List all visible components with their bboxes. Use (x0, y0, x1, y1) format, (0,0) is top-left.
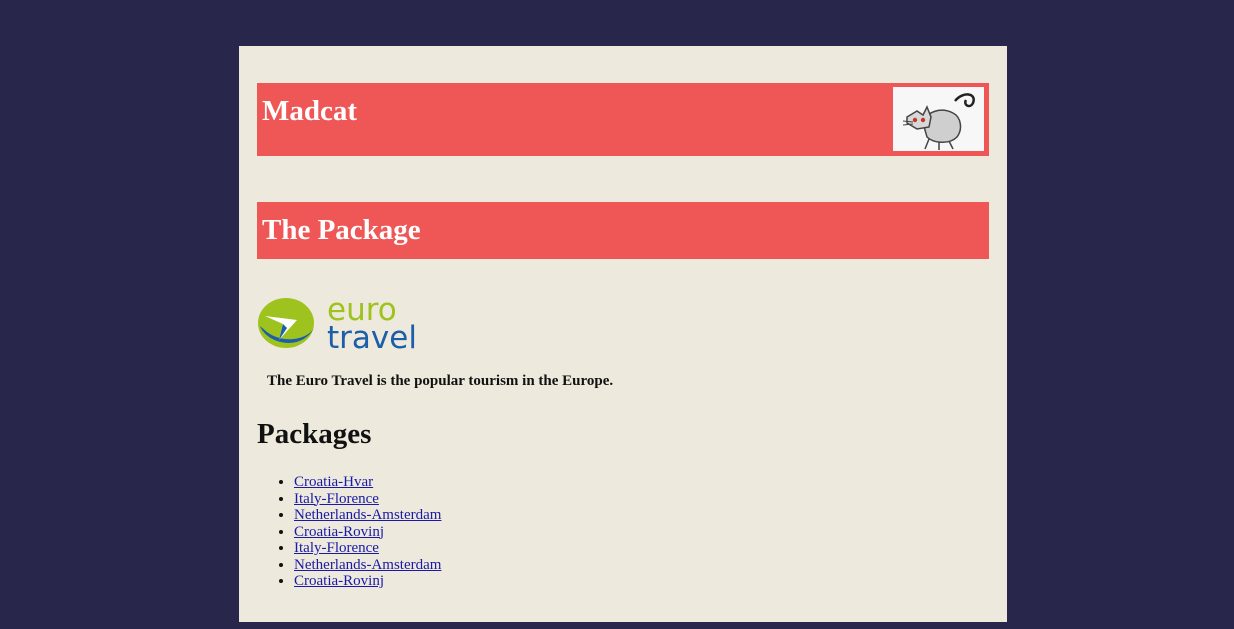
section-title: The Package (262, 214, 421, 246)
intro-text: The Euro Travel is the popular tourism i… (267, 373, 614, 389)
list-item: Netherlands-Amsterdam (294, 557, 441, 574)
package-link[interactable]: Croatia-Rovinj (294, 524, 384, 540)
list-item: Croatia-Rovinj (294, 573, 441, 590)
package-link[interactable]: Croatia-Rovinj (294, 573, 384, 589)
page-container: Madcat The Package euro travel The Euro … (239, 46, 1007, 622)
package-link[interactable]: Italy-Florence (294, 540, 379, 556)
packages-heading: Packages (257, 418, 372, 450)
cat-icon (893, 87, 984, 151)
package-link[interactable]: Italy-Florence (294, 491, 379, 507)
site-header: Madcat (257, 83, 989, 156)
list-item: Croatia-Hvar (294, 474, 441, 491)
list-item: Croatia-Rovinj (294, 524, 441, 541)
site-title: Madcat (262, 95, 358, 127)
eurotravel-logo: euro travel (257, 292, 422, 356)
list-item: Italy-Florence (294, 491, 441, 508)
list-item: Netherlands-Amsterdam (294, 507, 441, 524)
logo-line2: travel (327, 320, 417, 352)
package-list: Croatia-Hvar Italy-Florence Netherlands-… (257, 474, 441, 590)
package-link[interactable]: Netherlands-Amsterdam (294, 557, 441, 573)
section-header: The Package (257, 202, 989, 259)
list-item: Italy-Florence (294, 540, 441, 557)
package-link[interactable]: Netherlands-Amsterdam (294, 507, 441, 523)
package-link[interactable]: Croatia-Hvar (294, 474, 373, 490)
eurotravel-swoosh-icon (258, 298, 314, 348)
